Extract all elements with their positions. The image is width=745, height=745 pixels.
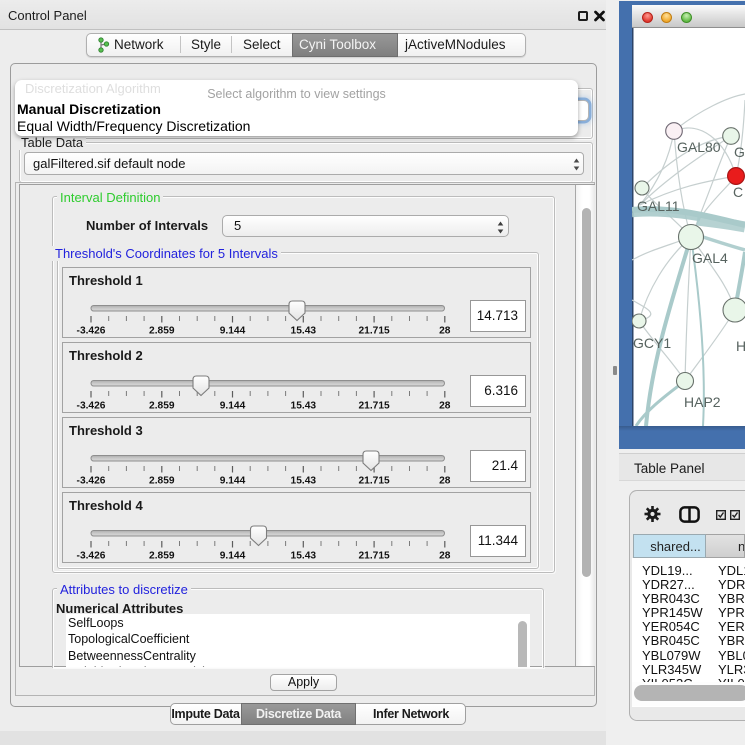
- svg-text:GAL11: GAL11: [637, 198, 680, 214]
- svg-text:21.715: 21.715: [359, 326, 390, 337]
- svg-text:21.715: 21.715: [359, 551, 390, 562]
- svg-text:GAL4: GAL4: [692, 250, 728, 266]
- svg-text:21.715: 21.715: [359, 476, 390, 487]
- svg-text:15.43: 15.43: [291, 326, 317, 337]
- svg-text:28: 28: [439, 551, 451, 562]
- svg-text:2.859: 2.859: [149, 326, 175, 337]
- svg-text:9.144: 9.144: [220, 551, 246, 562]
- svg-text:28: 28: [439, 476, 451, 487]
- svg-text:-3.426: -3.426: [77, 326, 106, 337]
- svg-text:2.859: 2.859: [149, 551, 175, 562]
- svg-text:HAP2: HAP2: [684, 394, 721, 410]
- svg-text:15.43: 15.43: [291, 401, 317, 412]
- svg-text:-3.426: -3.426: [77, 401, 106, 412]
- svg-text:H: H: [736, 338, 745, 354]
- svg-text:15.43: 15.43: [291, 551, 317, 562]
- svg-text:GAL80: GAL80: [677, 139, 721, 155]
- svg-text:-3.426: -3.426: [77, 476, 106, 487]
- svg-text:2.859: 2.859: [149, 401, 175, 412]
- svg-text:9.144: 9.144: [220, 401, 246, 412]
- svg-text:GCY1: GCY1: [633, 335, 671, 351]
- svg-text:9.144: 9.144: [220, 476, 246, 487]
- svg-text:15.43: 15.43: [291, 476, 317, 487]
- svg-text:C: C: [733, 184, 743, 200]
- svg-text:28: 28: [439, 326, 451, 337]
- svg-text:GA: GA: [734, 144, 745, 160]
- svg-text:-3.426: -3.426: [77, 551, 106, 562]
- svg-text:28: 28: [439, 401, 451, 412]
- svg-text:2.859: 2.859: [149, 476, 175, 487]
- svg-text:9.144: 9.144: [220, 326, 246, 337]
- svg-text:21.715: 21.715: [359, 401, 390, 412]
